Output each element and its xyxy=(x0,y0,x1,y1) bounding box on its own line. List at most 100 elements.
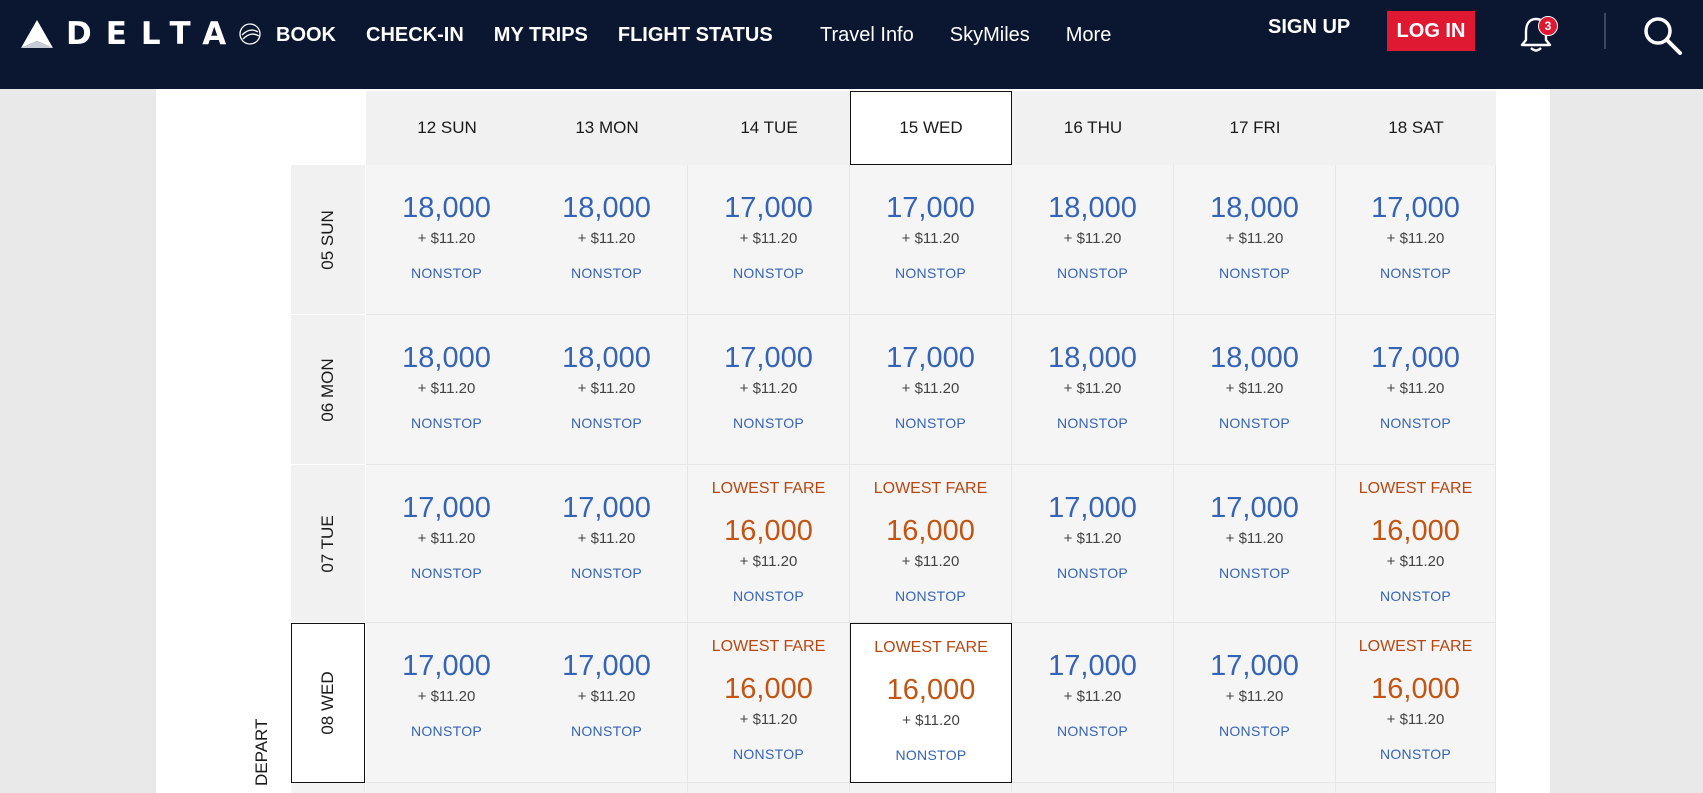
fare-cell[interactable]: 18,000 + $11.20 NONSTOP xyxy=(1174,165,1336,315)
miles-price: 17,000 xyxy=(562,650,651,682)
fare-cell[interactable]: 17,000 + $11.20 NONSTOP xyxy=(1012,623,1174,783)
miles-price: 18,000 xyxy=(1210,342,1299,374)
fare-cell[interactable]: 18,000 + $11.20 NONSTOP xyxy=(366,165,528,315)
row-header-label: 08 WED xyxy=(318,671,337,735)
fare-cell[interactable]: 17,000 + $11.20 NONSTOP xyxy=(850,165,1012,315)
fare-cell-partial xyxy=(1174,783,1336,793)
fare-cell[interactable]: LOWEST FARE 16,000 + $11.20 NONSTOP xyxy=(850,465,1012,623)
stops-label: NONSTOP xyxy=(1056,415,1129,431)
search-icon[interactable] xyxy=(1641,14,1683,56)
miles-price: 17,000 xyxy=(1210,650,1299,682)
miles-price: 17,000 xyxy=(1210,492,1299,524)
tax-amount: + $11.20 xyxy=(901,553,960,570)
stops-label: NONSTOP xyxy=(1218,565,1291,581)
miles-price: 17,000 xyxy=(1371,192,1460,224)
miles-price: 17,000 xyxy=(1048,650,1137,682)
row-header-label: 06 MON xyxy=(318,357,337,422)
fare-cell[interactable]: 17,000 + $11.20 NONSTOP xyxy=(1012,465,1174,623)
row-header[interactable]: 08 WED xyxy=(291,623,365,783)
sign-up-link[interactable]: SIGN UP xyxy=(1268,16,1350,39)
tax-amount: + $11.20 xyxy=(901,380,960,397)
miles-price: 18,000 xyxy=(402,192,491,224)
tax-amount: + $11.20 xyxy=(902,712,960,729)
main-nav: BOOK CHECK-IN MY TRIPS FLIGHT STATUS xyxy=(276,0,803,70)
fare-cell[interactable]: 18,000 + $11.20 NONSTOP xyxy=(526,165,688,315)
nav-flight-status[interactable]: FLIGHT STATUS xyxy=(618,24,773,47)
tax-amount: + $11.20 xyxy=(417,530,476,547)
row-header[interactable]: 07 TUE xyxy=(291,465,365,622)
fare-cell[interactable]: LOWEST FARE 16,000 + $11.20 NONSTOP xyxy=(850,623,1012,783)
column-header[interactable]: 18 SAT xyxy=(1336,91,1496,165)
stops-label: NONSTOP xyxy=(1218,723,1291,739)
delta-widget-icon xyxy=(21,20,53,48)
fare-cell[interactable]: 18,000 + $11.20 NONSTOP xyxy=(1012,315,1174,465)
tax-amount: + $11.20 xyxy=(417,380,476,397)
fare-cell[interactable]: 18,000 + $11.20 NONSTOP xyxy=(526,315,688,465)
row-header-label: 05 SUN xyxy=(318,209,337,270)
column-header[interactable]: 14 TUE xyxy=(688,91,850,165)
stops-label: NONSTOP xyxy=(732,415,805,431)
column-header[interactable]: 17 FRI xyxy=(1174,91,1336,165)
fare-cell[interactable]: 17,000 + $11.20 NONSTOP xyxy=(688,165,850,315)
tax-amount: + $11.20 xyxy=(577,230,636,247)
miles-price: 18,000 xyxy=(562,342,651,374)
fare-cell[interactable]: 17,000 + $11.20 NONSTOP xyxy=(1174,465,1336,623)
fare-cell[interactable]: LOWEST FARE 16,000 + $11.20 NONSTOP xyxy=(1336,623,1496,783)
top-nav-bar: DELTA BOOK CHECK-IN MY TRIPS FLIGHT STAT… xyxy=(0,0,1703,89)
tax-amount: + $11.20 xyxy=(577,530,636,547)
miles-price: 17,000 xyxy=(402,650,491,682)
row-header[interactable]: 06 MON xyxy=(291,315,365,464)
fare-cell[interactable]: 17,000 + $11.20 NONSTOP xyxy=(1336,315,1496,465)
delta-logo[interactable]: DELTA xyxy=(20,14,264,54)
fare-cell[interactable]: 17,000 + $11.20 NONSTOP xyxy=(688,315,850,465)
fare-cell[interactable]: 17,000 + $11.20 NONSTOP xyxy=(366,623,528,783)
fare-cell[interactable]: 17,000 + $11.20 NONSTOP xyxy=(526,623,688,783)
log-in-button[interactable]: LOG IN xyxy=(1387,11,1475,51)
fare-cell[interactable]: 18,000 + $11.20 NONSTOP xyxy=(1012,165,1174,315)
header-divider xyxy=(1604,13,1606,49)
stops-label: NONSTOP xyxy=(410,565,483,581)
fare-cell[interactable]: LOWEST FARE 16,000 + $11.20 NONSTOP xyxy=(688,623,850,783)
fare-cell[interactable]: 17,000 + $11.20 NONSTOP xyxy=(1174,623,1336,783)
nav-check-in[interactable]: CHECK-IN xyxy=(366,24,464,47)
nav-my-trips[interactable]: MY TRIPS xyxy=(494,24,588,47)
fare-cell[interactable]: 17,000 + $11.20 NONSTOP xyxy=(850,315,1012,465)
column-header[interactable]: 15 WED xyxy=(850,91,1012,165)
miles-price: 16,000 xyxy=(1371,673,1460,705)
lowest-fare-label: LOWEST FARE xyxy=(873,480,988,497)
tax-amount: + $11.20 xyxy=(577,380,636,397)
column-header[interactable]: 12 SUN xyxy=(366,91,528,165)
miles-price: 16,000 xyxy=(724,515,813,547)
fare-cell[interactable]: 17,000 + $11.20 NONSTOP xyxy=(526,465,688,623)
stops-label: NONSTOP xyxy=(1056,723,1129,739)
tax-amount: + $11.20 xyxy=(739,380,798,397)
tax-amount: + $11.20 xyxy=(901,230,960,247)
fare-cell[interactable]: 18,000 + $11.20 NONSTOP xyxy=(1174,315,1336,465)
fare-cell-partial xyxy=(526,783,688,793)
stops-label: NONSTOP xyxy=(1379,265,1452,281)
fare-cell[interactable]: LOWEST FARE 16,000 + $11.20 NONSTOP xyxy=(1336,465,1496,623)
fare-cell[interactable]: 17,000 + $11.20 NONSTOP xyxy=(1336,165,1496,315)
column-header[interactable]: 16 THU xyxy=(1012,91,1174,165)
fare-cell[interactable]: 18,000 + $11.20 NONSTOP xyxy=(366,315,528,465)
stops-label: NONSTOP xyxy=(895,747,967,763)
row-header-partial xyxy=(291,783,365,793)
nav-more[interactable]: More xyxy=(1066,24,1112,47)
fare-cell[interactable]: LOWEST FARE 16,000 + $11.20 NONSTOP xyxy=(688,465,850,623)
miles-price: 17,000 xyxy=(724,192,813,224)
fare-cell-partial xyxy=(1336,783,1496,793)
row-header[interactable]: 05 SUN xyxy=(291,165,365,314)
miles-price: 17,000 xyxy=(402,492,491,524)
stops-label: NONSTOP xyxy=(1379,415,1452,431)
nav-travel-info[interactable]: Travel Info xyxy=(820,24,914,47)
fare-cell-partial xyxy=(850,783,1012,793)
miles-price: 17,000 xyxy=(562,492,651,524)
column-header[interactable]: 13 MON xyxy=(526,91,688,165)
nav-skymiles[interactable]: SkyMiles xyxy=(950,24,1030,47)
fare-cell[interactable]: 17,000 + $11.20 NONSTOP xyxy=(366,465,528,623)
stops-label: NONSTOP xyxy=(732,588,805,604)
nav-book[interactable]: BOOK xyxy=(276,24,336,47)
depart-axis-label: DEPART xyxy=(252,718,271,786)
tax-amount: + $11.20 xyxy=(1225,380,1284,397)
tax-amount: + $11.20 xyxy=(1386,230,1445,247)
